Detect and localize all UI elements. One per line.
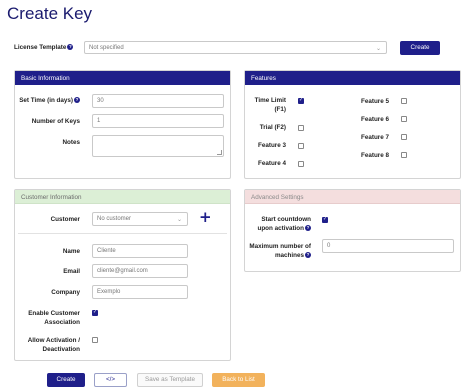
save-as-template-button[interactable]: Save as Template [137, 373, 203, 387]
feature-4-checkbox[interactable] [298, 161, 304, 167]
license-template-select[interactable]: Not specified ⌄ [84, 41, 387, 54]
create-button[interactable]: Create [47, 373, 85, 387]
feature-2-label: Trial (F2) [259, 124, 286, 131]
allow-activation-line2: Deactivation [42, 346, 80, 353]
max-machines-label: Maximum number of machines? [248, 242, 311, 260]
feature-1-label: Time Limit (F1) [248, 96, 286, 114]
feature-5-checkbox[interactable] [401, 98, 407, 104]
feature-3-label: Feature 3 [258, 142, 286, 149]
feature-1-label-line2: (F1) [274, 106, 286, 113]
add-customer-icon[interactable]: + [199, 208, 212, 226]
page-title: Create Key [7, 4, 93, 23]
feature-2-checkbox[interactable] [298, 125, 304, 131]
notes-textarea[interactable] [92, 135, 224, 157]
customer-select[interactable]: No customer ⌄ [92, 212, 188, 226]
company-input[interactable]: Exemplo [92, 285, 188, 299]
max-machines-input[interactable]: 0 [322, 239, 454, 253]
start-countdown-label: Start countdown upon activation? [248, 215, 311, 233]
feature-1-checkbox[interactable] [298, 97, 304, 104]
feature-6-label: Feature 6 [361, 116, 389, 123]
set-time-label-text: Set Time (in days) [19, 97, 73, 104]
set-time-input[interactable]: 30 [92, 94, 224, 108]
feature-5-label: Feature 5 [361, 98, 389, 105]
name-input[interactable]: Cliente [92, 244, 188, 258]
allow-activation-checkbox[interactable] [92, 337, 98, 343]
start-countdown-checkbox[interactable] [322, 216, 328, 223]
start-countdown-line2-wrap: upon activation? [248, 224, 311, 233]
feature-7-label: Feature 7 [361, 134, 389, 141]
name-label: Name [62, 248, 80, 255]
advanced-settings-header: Advanced Settings [245, 190, 460, 204]
email-input[interactable]: cliente@gmail.com [92, 264, 188, 278]
help-icon[interactable]: ? [305, 252, 311, 259]
basic-information-header: Basic Information [15, 71, 230, 85]
number-of-keys-label: Number of Keys [31, 118, 80, 125]
set-time-label: Set Time (in days)? [14, 97, 80, 104]
customer-label: Customer [50, 216, 80, 223]
features-header: Features [245, 71, 460, 85]
number-of-keys-input[interactable]: 1 [92, 114, 224, 128]
chevron-down-icon: ⌄ [176, 217, 182, 223]
feature-8-label: Feature 8 [361, 152, 389, 159]
template-create-button[interactable]: Create [400, 41, 440, 55]
help-icon[interactable]: ? [74, 97, 80, 104]
customer-information-header: Customer Information [15, 190, 230, 204]
customer-select-value: No customer [97, 216, 132, 222]
feature-7-checkbox[interactable] [401, 134, 407, 140]
license-template-label-text: License Template [14, 44, 67, 51]
customer-divider [18, 233, 227, 234]
company-label: Company [51, 289, 80, 296]
feature-3-checkbox[interactable] [298, 143, 304, 149]
notes-label: Notes [62, 139, 81, 146]
feature-6-checkbox[interactable] [401, 116, 407, 122]
enable-assoc-line1: Enable Customer [28, 310, 80, 317]
chevron-down-icon: ⌄ [375, 46, 381, 52]
enable-customer-association-checkbox[interactable] [92, 309, 98, 316]
max-machines-line1: Maximum number of [249, 243, 311, 250]
feature-1-label-line1: Time Limit [254, 97, 286, 104]
allow-activation-label: Allow Activation / Deactivation [14, 336, 80, 354]
max-machines-line2-wrap: machines? [248, 251, 311, 260]
allow-activation-line1: Allow Activation / [27, 337, 80, 344]
resize-grip-icon[interactable] [217, 150, 222, 155]
license-template-label: License Template? [14, 44, 74, 51]
help-icon[interactable]: ? [305, 225, 311, 232]
start-countdown-line1: Start countdown [261, 216, 311, 223]
feature-4-label: Feature 4 [258, 160, 286, 167]
feature-8-checkbox[interactable] [401, 152, 407, 158]
email-label: Email [63, 268, 80, 275]
code-button[interactable]: </> [94, 373, 127, 387]
start-countdown-line2: upon activation [257, 225, 304, 232]
back-to-list-button[interactable]: Back to List [212, 373, 265, 387]
max-machines-line2: machines [274, 252, 304, 259]
enable-customer-association-label: Enable Customer Association [14, 309, 80, 327]
enable-assoc-line2: Association [44, 319, 80, 326]
help-icon[interactable]: ? [67, 44, 74, 51]
license-template-value: Not specified [89, 45, 124, 51]
